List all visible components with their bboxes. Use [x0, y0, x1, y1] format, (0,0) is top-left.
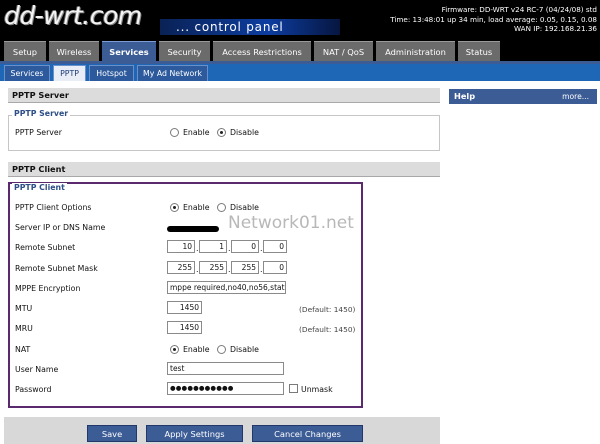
server-ip-label: Server IP or DNS Name [15, 223, 106, 232]
subtab-services[interactable]: Services [4, 65, 50, 81]
tab-services[interactable]: Services [102, 41, 156, 61]
username-input[interactable]: test [167, 362, 284, 375]
password-input[interactable]: ●●●●●●●●●●● [167, 382, 284, 395]
pptp-server-legend: PPTP Server [12, 109, 71, 118]
header: dd-wrt.com ... control panel Firmware: D… [0, 0, 600, 38]
mtu-input[interactable]: 1450 [167, 301, 202, 314]
subtab-my-ad-network[interactable]: My Ad Network [137, 65, 208, 81]
remote-subnet-label: Remote Subnet [15, 243, 76, 252]
pptp-client-disable-label: Disable [230, 203, 259, 212]
username-label: User Name [15, 365, 59, 374]
router-info: Firmware: DD-WRT v24 RC-7 (04/24/08) std… [390, 5, 597, 34]
help-more-link[interactable]: more... [562, 89, 589, 104]
mppe-encryption-input[interactable]: mppe required,no40,no56,stateless [167, 281, 286, 294]
remote-mask-octet-3[interactable]: 255 [231, 261, 259, 274]
mppe-encryption-label: MPPE Encryption [15, 284, 81, 293]
remote-subnet-mask-label: Remote Subnet Mask [15, 264, 98, 273]
remote-subnet-octet-4[interactable]: 0 [263, 240, 287, 253]
pptp-server-enable-radio[interactable] [170, 128, 179, 137]
remote-mask-octet-2[interactable]: 255 [199, 261, 227, 274]
mru-label: MRU [15, 324, 33, 333]
pptp-server-label: PPTP Server [15, 128, 62, 137]
tab-access-restrictions[interactable]: Access Restrictions [213, 41, 311, 61]
firmware-text: Firmware: DD-WRT v24 RC-7 (04/24/08) std [441, 5, 597, 14]
help-title: Help [454, 91, 476, 101]
save-button[interactable]: Save [87, 425, 137, 442]
mru-default-text: (Default: 1450) [299, 325, 356, 334]
mru-input[interactable]: 1450 [167, 321, 202, 334]
remote-mask-octet-1[interactable]: 255 [167, 261, 195, 274]
subtab-pptp[interactable]: PPTP [53, 65, 86, 81]
tab-nat-qos[interactable]: NAT / QoS [314, 41, 373, 61]
uptime-text: Time: 13:48:01 up 34 min, load average: … [390, 14, 597, 24]
remote-mask-octet-4[interactable]: 0 [263, 261, 287, 274]
tab-status[interactable]: Status [458, 41, 500, 61]
nat-disable-radio[interactable] [217, 345, 226, 354]
server-ip-redacted[interactable] [167, 226, 219, 232]
nat-enable-label: Enable [183, 345, 210, 354]
password-label: Password [15, 385, 52, 394]
tab-administration[interactable]: Administration [376, 41, 455, 61]
pptp-client-enable-radio[interactable] [170, 203, 179, 212]
pptp-client-legend: PPTP Client [12, 183, 67, 192]
pptp-client-options-label: PPTP Client Options [15, 203, 92, 212]
mtu-default-text: (Default: 1450) [299, 305, 356, 314]
nat-label: NAT [15, 345, 31, 354]
pptp-client-enable-label: Enable [183, 203, 210, 212]
remote-subnet-octet-3[interactable]: 0 [231, 240, 259, 253]
remote-subnet-octet-2[interactable]: 1 [199, 240, 227, 253]
pptp-server-section-title: PPTP Server [8, 88, 440, 103]
remote-subnet-octet-1[interactable]: 10 [167, 240, 195, 253]
main-tabs: Setup Wireless Services Security Access … [0, 38, 600, 61]
pptp-server-disable-radio[interactable] [217, 128, 226, 137]
tab-setup[interactable]: Setup [4, 41, 46, 61]
pptp-server-enable-label: Enable [183, 128, 210, 137]
apply-settings-button[interactable]: Apply Settings [146, 425, 243, 442]
watermark: Network01.net [228, 213, 354, 233]
nat-disable-label: Disable [230, 345, 259, 354]
tab-security[interactable]: Security [159, 41, 210, 61]
subtab-hotspot[interactable]: Hotspot [89, 65, 134, 81]
tab-wireless[interactable]: Wireless [49, 41, 99, 61]
control-panel-label: ... control panel [176, 20, 284, 34]
help-panel-header: Help more... [449, 89, 597, 104]
unmask-label: Unmask [301, 385, 333, 394]
pptp-client-disable-radio[interactable] [217, 203, 226, 212]
nat-enable-radio[interactable] [170, 345, 179, 354]
cancel-changes-button[interactable]: Cancel Changes [252, 425, 363, 442]
mtu-label: MTU [15, 304, 33, 313]
wan-ip-text: WAN IP: 192.168.21.36 [513, 24, 597, 33]
pptp-client-section-title: PPTP Client [8, 162, 440, 177]
logo: dd-wrt.com [4, 1, 142, 30]
sub-tabs: Services PPTP Hotspot My Ad Network [0, 64, 600, 81]
unmask-checkbox[interactable] [289, 384, 298, 393]
pptp-server-disable-label: Disable [230, 128, 259, 137]
